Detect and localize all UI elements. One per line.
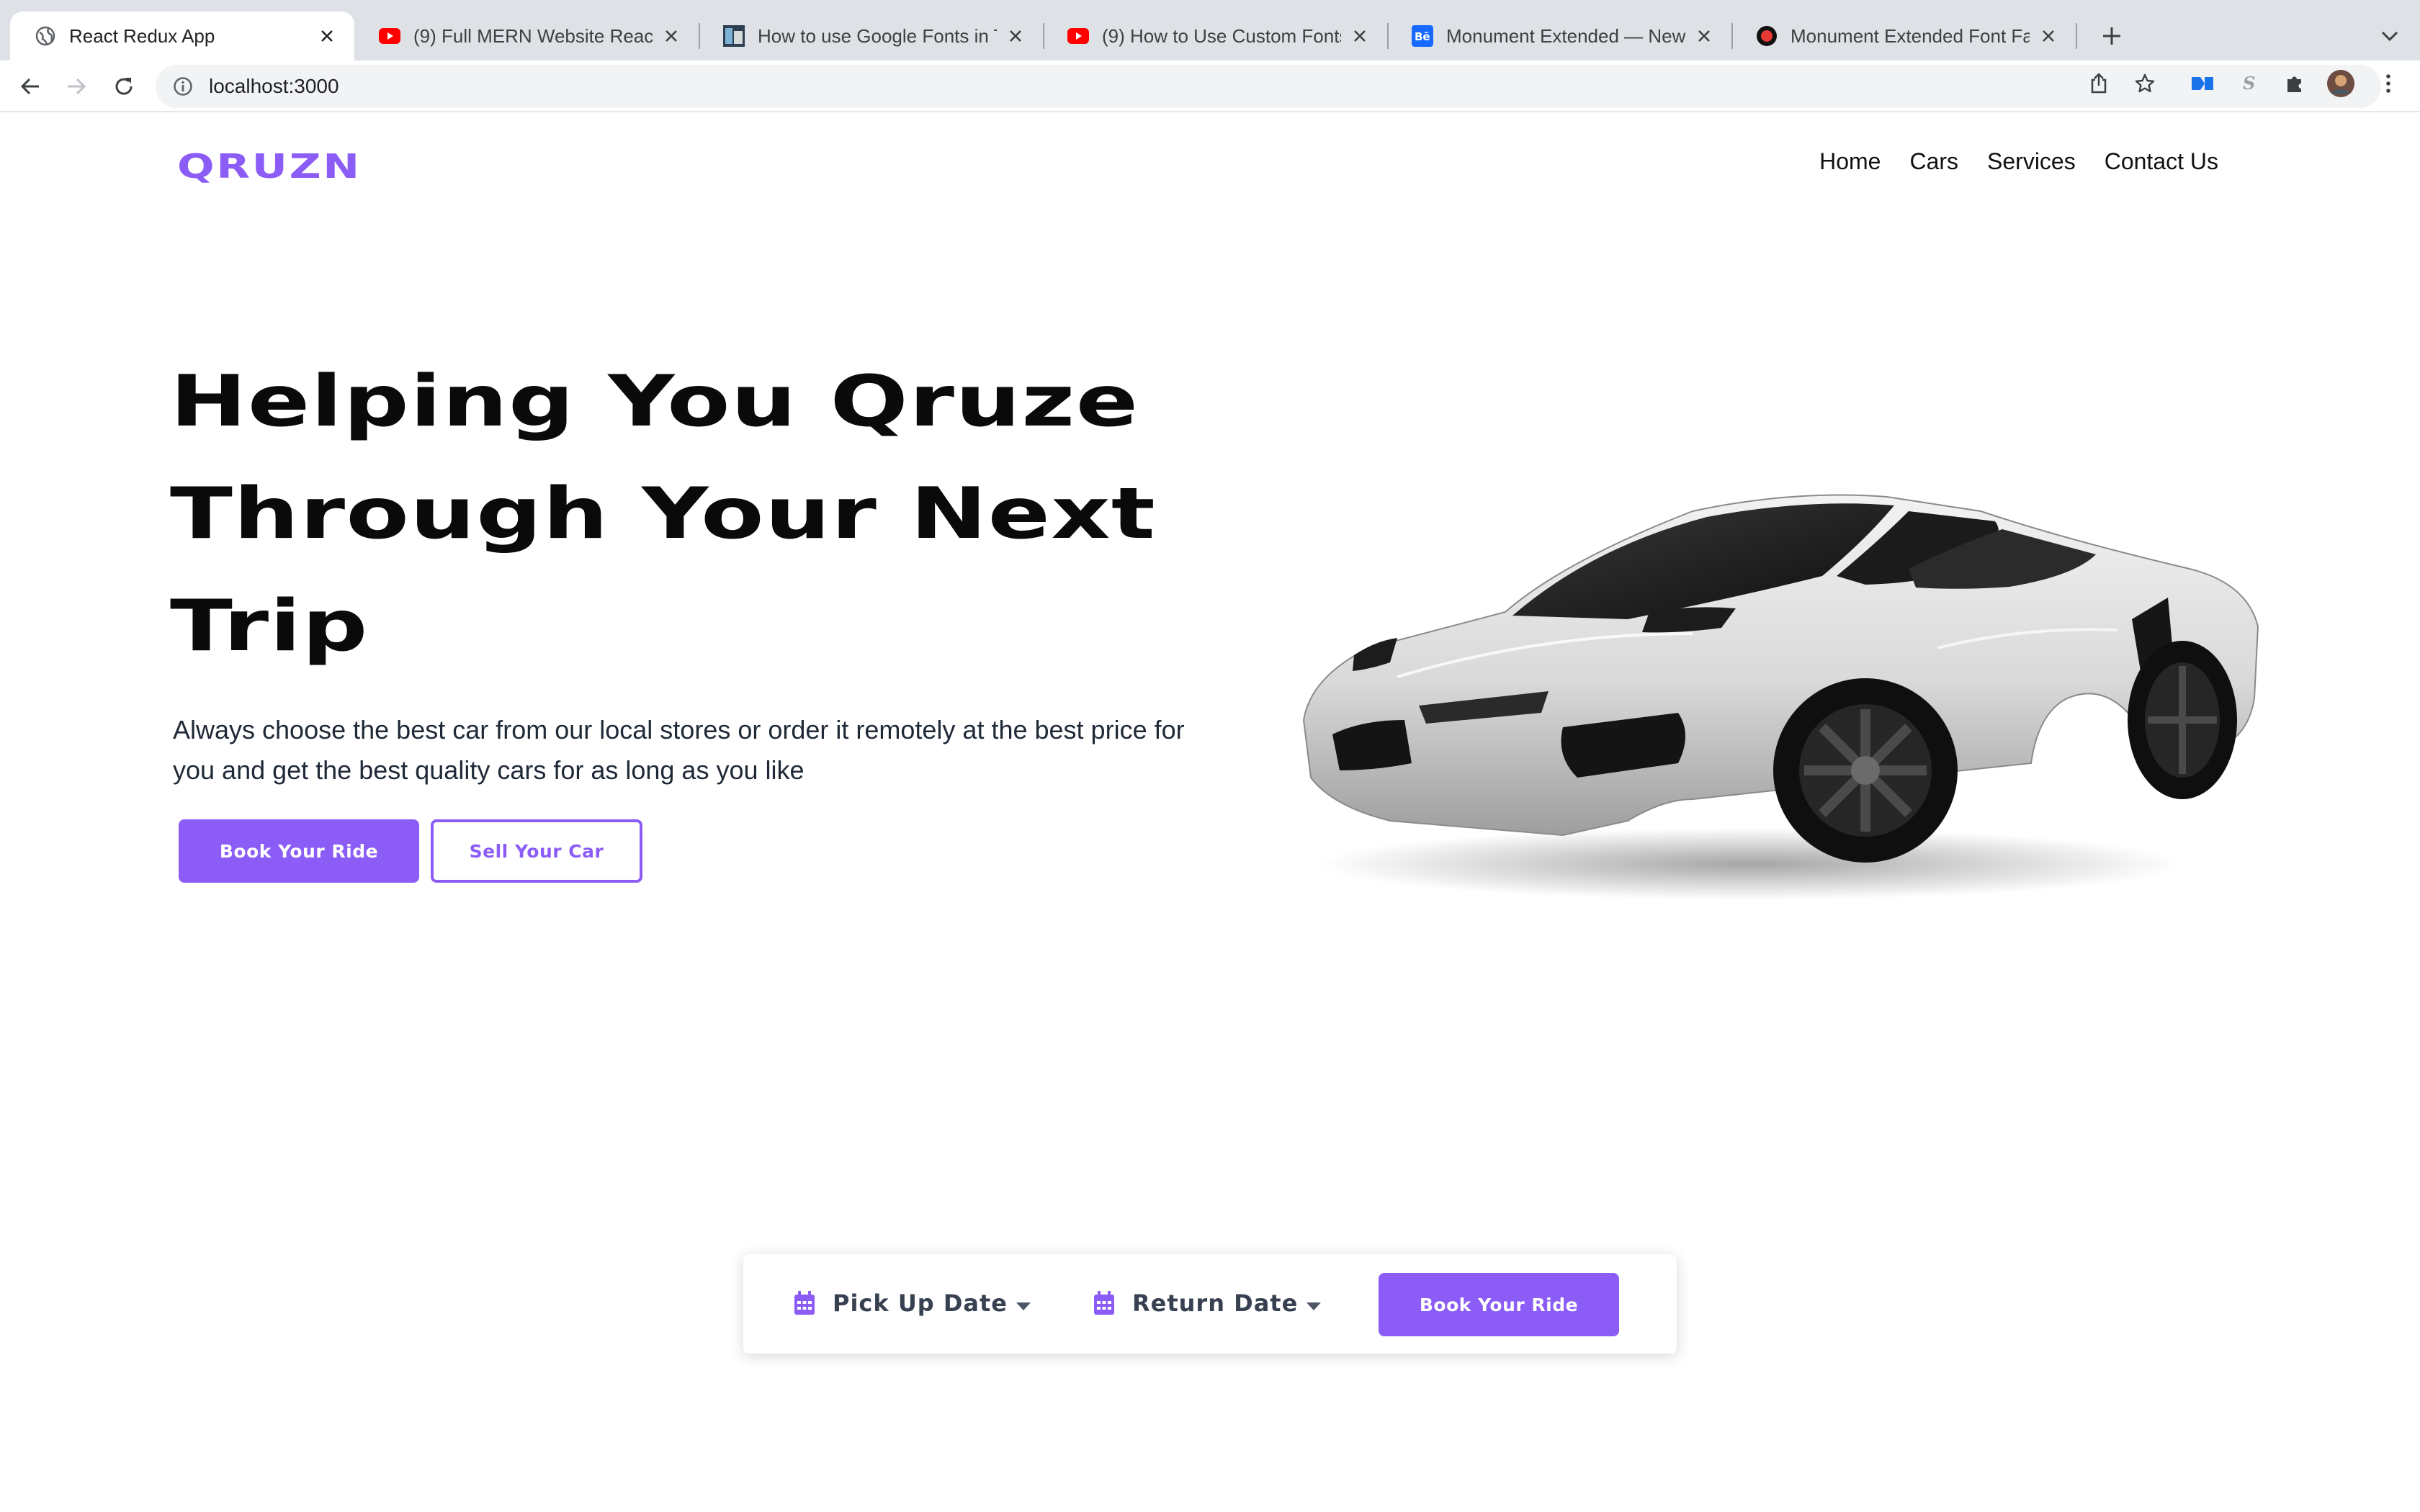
- new-tab-button[interactable]: [2096, 20, 2128, 52]
- tab-separator: [2076, 23, 2077, 49]
- browser-tabstrip: React Redux App (9) Full MERN Website Re…: [0, 0, 2420, 60]
- thumbnail-icon: [723, 25, 745, 47]
- avatar-icon: [2327, 70, 2354, 97]
- tab-title: Monument Extended Font Fam: [1791, 24, 2030, 47]
- globe-icon: [35, 25, 56, 47]
- tab-title: (9) How to Use Custom Fonts v: [1102, 24, 1341, 47]
- close-tab-icon[interactable]: [2037, 24, 2060, 48]
- plus-icon: [2103, 27, 2120, 45]
- extension-s-icon: S: [2243, 73, 2255, 94]
- record-icon: [1756, 25, 1778, 47]
- tab-title: Monument Extended — New Fr: [1446, 24, 1685, 47]
- nav-services[interactable]: Services: [1987, 148, 2076, 175]
- pickup-date-label: Pick Up Date: [833, 1290, 1008, 1317]
- nav-contact-us[interactable]: Contact Us: [2105, 148, 2218, 175]
- puzzle-icon: [2287, 76, 2301, 92]
- chevron-down-icon: [2381, 31, 2398, 42]
- extension-blue-icon: [2192, 77, 2213, 90]
- reload-icon: [115, 78, 133, 95]
- arrow-left-icon: [20, 78, 39, 95]
- close-tab-icon[interactable]: [660, 24, 683, 48]
- address-bar[interactable]: localhost:3000: [156, 65, 2381, 108]
- tab-title: How to use Google Fonts in Ta: [758, 24, 997, 47]
- share-icon: [2091, 73, 2107, 94]
- caret-down-icon: [1016, 1302, 1031, 1310]
- return-date-dropdown[interactable]: Return Date: [1093, 1283, 1322, 1323]
- close-tab-icon[interactable]: [1004, 24, 1027, 48]
- calendar-icon: [794, 1291, 815, 1315]
- sell-your-car-button[interactable]: Sell Your Car: [431, 819, 642, 883]
- hero-description: Always choose the best car from our loca…: [173, 715, 1185, 785]
- more-vertical-icon: [2386, 74, 2390, 93]
- behance-icon: Bē: [1412, 25, 1433, 47]
- caret-down-icon: [1307, 1302, 1322, 1310]
- main-nav: Home Cars Services Contact Us: [1819, 148, 2218, 175]
- booking-book-your-ride-button[interactable]: Book Your Ride: [1379, 1273, 1619, 1336]
- extension-s-button[interactable]: S: [2233, 68, 2264, 99]
- reload-button[interactable]: [108, 71, 140, 102]
- tab-title: (9) Full MERN Website React N: [413, 24, 653, 47]
- bookmark-button[interactable]: [2129, 68, 2161, 99]
- nav-home[interactable]: Home: [1819, 148, 1881, 175]
- nav-cars[interactable]: Cars: [1909, 148, 1958, 175]
- browser-tab-custom-fonts[interactable]: (9) How to Use Custom Fonts v: [1043, 12, 1387, 60]
- booking-bar: Pick Up Date Return Date Book Your Ride: [743, 1254, 1677, 1354]
- browser-tab-react-redux-app[interactable]: React Redux App: [10, 12, 354, 60]
- youtube-icon: [379, 25, 400, 47]
- profile-avatar[interactable]: [2325, 68, 2357, 99]
- browser-tab-google-fonts[interactable]: How to use Google Fonts in Ta: [699, 12, 1043, 60]
- extension-button[interactable]: [2187, 68, 2218, 99]
- star-icon: [2135, 73, 2155, 93]
- share-button[interactable]: [2083, 68, 2115, 99]
- hero-title: Helping You Qruze Through Your Next Trip: [170, 346, 1250, 683]
- browser-tab-monument-behance[interactable]: Bē Monument Extended — New Fr: [1387, 12, 1731, 60]
- browser-toolbar: localhost:3000 S: [0, 60, 2420, 112]
- extensions-menu-button[interactable]: [2279, 68, 2311, 99]
- pickup-date-dropdown[interactable]: Pick Up Date: [794, 1283, 1031, 1323]
- youtube-icon: [1067, 25, 1089, 47]
- svg-text:S: S: [2243, 73, 2255, 94]
- browser-tab-mern[interactable]: (9) Full MERN Website React N: [354, 12, 699, 60]
- svg-text:Bē: Bē: [1415, 30, 1430, 43]
- tab-search-button[interactable]: [2374, 20, 2406, 52]
- browser-tab-monument-font-family[interactable]: Monument Extended Font Fam: [1731, 12, 2076, 60]
- calendar-icon: [1093, 1291, 1115, 1315]
- close-tab-icon[interactable]: [1348, 24, 1371, 48]
- back-button[interactable]: [14, 71, 46, 102]
- forward-button[interactable]: [60, 71, 92, 102]
- site-info-icon[interactable]: [171, 75, 194, 98]
- book-your-ride-button[interactable]: Book Your Ride: [179, 819, 419, 883]
- close-tab-icon[interactable]: [315, 24, 339, 48]
- tab-title: React Redux App: [69, 24, 215, 47]
- return-date-label: Return Date: [1132, 1290, 1299, 1317]
- arrow-right-icon: [68, 78, 86, 95]
- browser-menu-button[interactable]: [2372, 68, 2404, 99]
- site-logo[interactable]: QRUZN: [177, 147, 362, 186]
- close-tab-icon[interactable]: [1693, 24, 1716, 48]
- hero-title-line: Helping You Qruze: [170, 361, 1139, 443]
- url-text: localhost:3000: [209, 75, 339, 97]
- hero-car-image: [1289, 461, 2269, 907]
